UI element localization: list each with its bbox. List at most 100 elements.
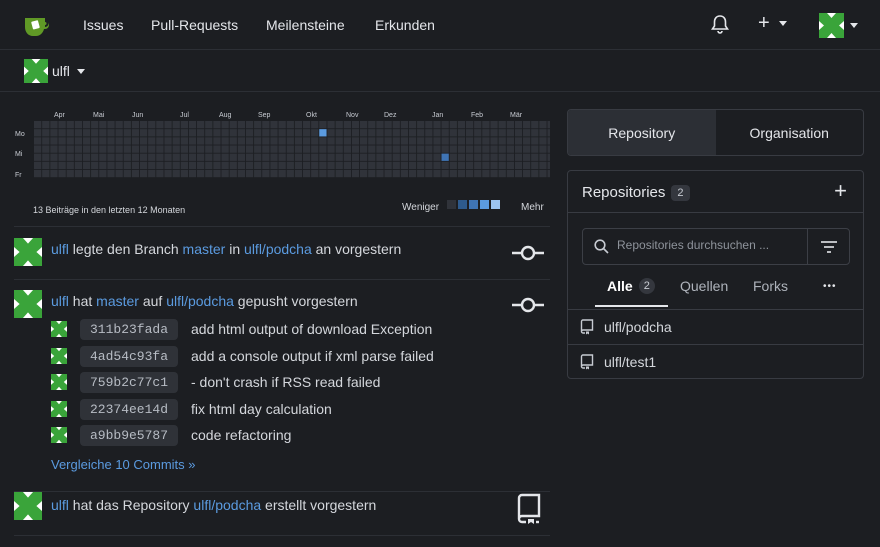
heatmap-cell[interactable] (107, 169, 115, 178)
heatmap-cell[interactable] (441, 145, 449, 153)
heatmap-cell[interactable] (115, 161, 123, 170)
heatmap-cell[interactable] (343, 121, 351, 129)
heatmap-cell[interactable] (343, 153, 351, 161)
heatmap-cell[interactable] (197, 129, 205, 137)
heatmap-cell[interactable] (131, 137, 140, 145)
heatmap-cell[interactable] (449, 153, 457, 161)
heatmap-cell[interactable] (547, 153, 550, 161)
heatmap-cell[interactable] (482, 137, 490, 145)
heatmap-cell[interactable] (514, 121, 523, 129)
heatmap-cell[interactable] (270, 121, 278, 129)
heatmap-cell[interactable] (50, 161, 58, 170)
heatmap-cell[interactable] (180, 129, 188, 137)
nav-pull-requests[interactable]: Pull-Requests (151, 17, 238, 33)
heatmap-cell[interactable] (50, 121, 58, 129)
heatmap-cell[interactable] (115, 129, 123, 137)
heatmap-cell[interactable] (229, 121, 237, 129)
heatmap-cell[interactable] (180, 153, 188, 161)
heatmap-cell[interactable] (50, 145, 58, 153)
heatmap-cell[interactable] (254, 121, 262, 129)
heatmap-cell[interactable] (278, 153, 286, 161)
heatmap-cell[interactable] (539, 161, 547, 170)
heatmap-cell[interactable] (506, 169, 514, 178)
heatmap-cell[interactable] (180, 169, 188, 178)
heatmap-cell[interactable] (302, 161, 311, 170)
heatmap-cell[interactable] (392, 137, 400, 145)
heatmap-cell[interactable] (384, 153, 392, 161)
heatmap-cell[interactable] (58, 145, 66, 153)
heatmap-cell[interactable] (221, 121, 229, 129)
heatmap-cell[interactable] (457, 161, 466, 170)
heatmap-cell[interactable] (302, 145, 311, 153)
heatmap-cell[interactable] (376, 169, 384, 178)
heatmap-cell[interactable] (457, 121, 466, 129)
heatmap-cell[interactable] (531, 137, 539, 145)
heatmap-cell[interactable] (351, 137, 360, 145)
repo-link[interactable]: ulfl/podcha (604, 319, 672, 335)
heatmap-cell[interactable] (205, 145, 213, 153)
heatmap-cell[interactable] (384, 129, 392, 137)
heatmap-cell[interactable] (107, 161, 115, 170)
nav-milestones[interactable]: Meilensteine (266, 17, 345, 33)
heatmap-cell[interactable] (58, 169, 66, 178)
heatmap-cell[interactable] (417, 121, 425, 129)
heatmap-cell[interactable] (229, 169, 237, 178)
heatmap-cell[interactable] (506, 153, 514, 161)
heatmap-cell[interactable] (360, 129, 368, 137)
heatmap-cell[interactable] (172, 153, 180, 161)
heatmap-cell[interactable] (74, 153, 83, 161)
heatmap-cell[interactable] (164, 145, 172, 153)
heatmap-cell[interactable] (197, 137, 205, 145)
heatmap-cell[interactable] (245, 153, 254, 161)
heatmap-cell[interactable] (449, 129, 457, 137)
heatmap-cell[interactable] (74, 169, 83, 178)
filter-button[interactable] (807, 229, 849, 264)
heatmap-cell[interactable] (221, 153, 229, 161)
heatmap-cell[interactable] (425, 169, 433, 178)
heatmap-cell[interactable] (82, 169, 91, 178)
heatmap-cell[interactable] (498, 145, 506, 153)
heatmap-cell[interactable] (237, 169, 246, 178)
heatmap-cell[interactable] (425, 153, 433, 161)
heatmap-cell[interactable] (417, 169, 425, 178)
heatmap-cell[interactable] (164, 169, 172, 178)
heatmap-cell[interactable] (50, 137, 58, 145)
heatmap-cell[interactable] (172, 169, 180, 178)
repo-link[interactable]: ulfl/podcha (244, 241, 312, 257)
commit-sha-link[interactable]: 22374ee14d (80, 398, 178, 420)
heatmap-cell[interactable] (351, 121, 360, 129)
heatmap-cell[interactable] (302, 121, 311, 129)
heatmap-cell[interactable] (148, 121, 156, 129)
heatmap-cell[interactable] (343, 145, 351, 153)
heatmap-cell[interactable] (91, 145, 99, 153)
heatmap-cell[interactable] (539, 153, 547, 161)
heatmap-cell[interactable] (547, 161, 550, 170)
heatmap-cell[interactable] (123, 121, 131, 129)
heatmap-cell[interactable] (172, 137, 180, 145)
heatmap-cell[interactable] (531, 121, 539, 129)
heatmap-cell[interactable] (498, 129, 506, 137)
heatmap-cell[interactable] (74, 161, 83, 170)
heatmap-cell[interactable] (172, 129, 180, 137)
heatmap-cell[interactable] (311, 121, 319, 129)
heatmap-cell[interactable] (360, 121, 368, 129)
heatmap-cell[interactable] (115, 153, 123, 161)
heatmap-cell[interactable] (197, 145, 205, 153)
heatmap-cell[interactable] (547, 137, 550, 145)
user-link[interactable]: ulfl (51, 497, 69, 513)
heatmap-cell[interactable] (188, 153, 197, 161)
heatmap-cell[interactable] (319, 161, 327, 170)
more-options-button[interactable]: ••• (823, 281, 837, 292)
heatmap-cell[interactable] (433, 137, 441, 145)
heatmap-cell[interactable] (327, 129, 335, 137)
heatmap-cell[interactable] (449, 161, 457, 170)
heatmap-cell[interactable] (66, 161, 74, 170)
heatmap-cell[interactable] (286, 169, 294, 178)
heatmap-cell[interactable] (278, 145, 286, 153)
heatmap-cell[interactable] (278, 169, 286, 178)
heatmap-cell[interactable] (523, 145, 531, 153)
heatmap-cell[interactable] (213, 169, 221, 178)
heatmap-cell[interactable] (156, 145, 164, 153)
heatmap-cell[interactable] (351, 145, 360, 153)
heatmap-cell[interactable] (335, 161, 343, 170)
